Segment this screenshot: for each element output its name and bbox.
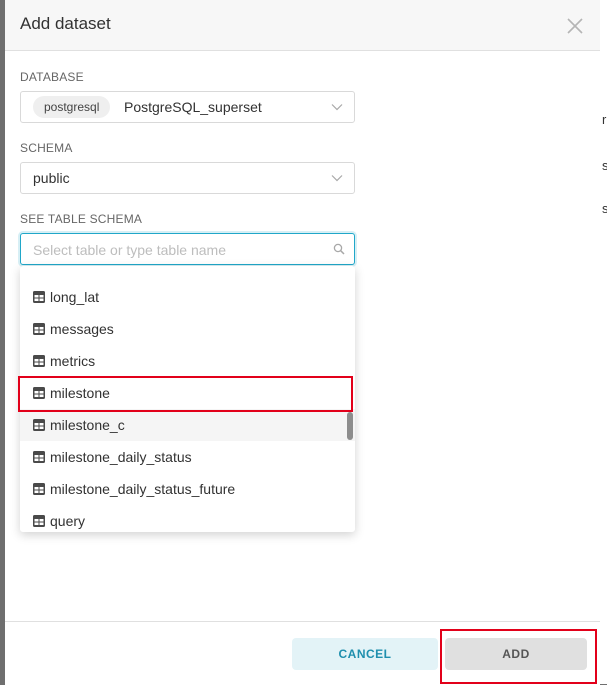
table-icon <box>33 483 45 495</box>
table-option-label: milestone_daily_status <box>50 449 192 465</box>
background-fragment: r <box>602 112 607 127</box>
table-options-dropdown[interactable]: long_lat messages metrics milestone mile… <box>20 266 355 532</box>
chevron-down-icon <box>331 175 343 182</box>
database-label: DATABASE <box>20 70 84 84</box>
add-button[interactable]: ADD <box>445 638 587 670</box>
table-option[interactable]: long_lat <box>20 281 355 313</box>
database-select[interactable]: postgresql PostgreSQL_superset <box>20 91 355 123</box>
table-option-label: long_lat <box>50 289 100 305</box>
table-option[interactable]: milestone_c <box>20 409 355 441</box>
close-button[interactable] <box>563 14 587 38</box>
schema-value: public <box>33 170 70 186</box>
table-icon <box>33 323 45 335</box>
cancel-button[interactable]: CANCEL <box>292 638 438 670</box>
table-icon <box>33 387 45 399</box>
schema-select[interactable]: public <box>20 162 355 194</box>
table-option-label: milestone_c <box>50 417 125 433</box>
add-dataset-modal: Add dataset DATABASE postgresql PostgreS… <box>5 0 600 685</box>
chevron-down-icon <box>331 104 343 111</box>
table-option-milestone[interactable]: milestone <box>20 377 355 409</box>
table-icon <box>33 515 45 527</box>
database-value: PostgreSQL_superset <box>124 99 262 115</box>
table-icon <box>33 355 45 367</box>
table-icon <box>33 419 45 431</box>
database-type-tag: postgresql <box>33 96 111 118</box>
table-schema-label: SEE TABLE SCHEMA <box>20 212 143 226</box>
modal-title: Add dataset <box>20 14 111 33</box>
table-option-label: metrics <box>50 353 96 369</box>
table-icon <box>33 291 45 303</box>
modal-header: Add dataset <box>5 0 600 51</box>
dropdown-scrollbar[interactable] <box>347 412 353 440</box>
search-icon <box>333 243 345 255</box>
table-option[interactable]: milestone_daily_status_future <box>20 473 355 505</box>
table-option-label: query <box>50 513 86 529</box>
modal-footer: CANCEL ADD <box>5 621 600 685</box>
table-option[interactable]: query <box>20 505 355 532</box>
table-icon <box>33 451 45 463</box>
table-option[interactable]: milestone_daily_status <box>20 441 355 473</box>
schema-label: SCHEMA <box>20 141 73 155</box>
close-icon <box>567 18 583 34</box>
table-option[interactable]: messages <box>20 313 355 345</box>
background-page-edge: r s s <box>600 0 607 684</box>
table-option-label: milestone_daily_status_future <box>50 481 236 497</box>
table-search-field[interactable] <box>20 233 355 265</box>
table-search-input[interactable] <box>31 239 325 261</box>
table-option-label: messages <box>50 321 114 337</box>
table-option[interactable]: metrics <box>20 345 355 377</box>
background-fragment: s <box>602 201 607 216</box>
table-option-label: milestone <box>50 385 110 401</box>
background-fragment: s <box>602 158 607 173</box>
